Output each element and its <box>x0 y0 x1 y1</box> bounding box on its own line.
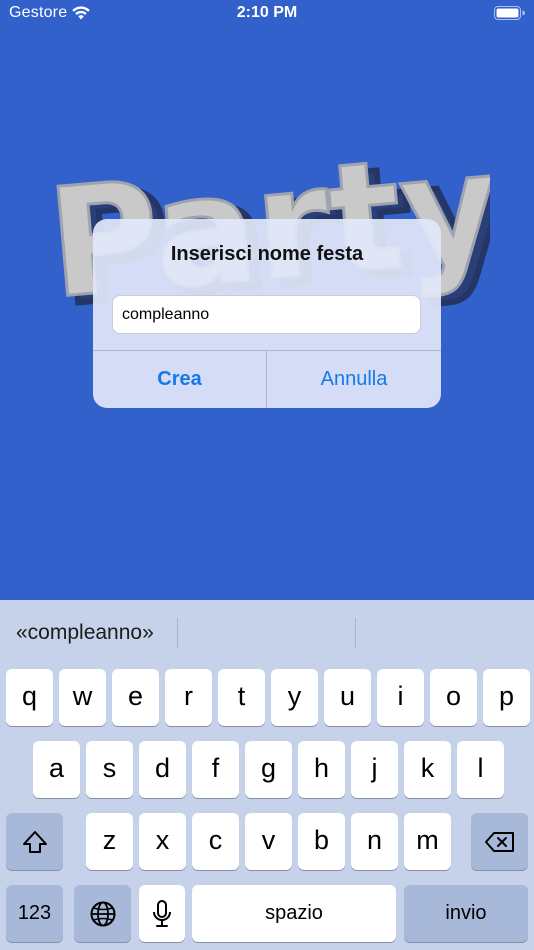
key-d[interactable]: d <box>139 741 186 798</box>
shift-icon <box>22 830 47 853</box>
key-f[interactable]: f <box>192 741 239 798</box>
dictation-key[interactable] <box>139 885 185 942</box>
suggestion-item[interactable]: «compleanno» <box>16 600 154 664</box>
key-x[interactable]: x <box>139 813 186 870</box>
globe-icon <box>90 901 115 926</box>
suggestion-bar: «compleanno» <box>0 600 534 664</box>
key-h[interactable]: h <box>298 741 345 798</box>
key-y[interactable]: y <box>271 669 318 726</box>
key-k[interactable]: k <box>404 741 451 798</box>
key-o[interactable]: o <box>430 669 477 726</box>
key-v[interactable]: v <box>245 813 292 870</box>
key-t[interactable]: t <box>218 669 265 726</box>
delete-key[interactable] <box>471 813 528 870</box>
key-g[interactable]: g <box>245 741 292 798</box>
create-party-alert: Inserisci nome festa Crea Annulla <box>93 219 441 408</box>
key-b[interactable]: b <box>298 813 345 870</box>
key-q[interactable]: q <box>6 669 53 726</box>
suggestion-divider <box>355 618 356 648</box>
status-bar: Gestore 2:10 PM <box>0 0 534 28</box>
key-z[interactable]: z <box>86 813 133 870</box>
key-j[interactable]: j <box>351 741 398 798</box>
create-button[interactable]: Crea <box>93 351 266 408</box>
key-m[interactable]: m <box>404 813 451 870</box>
app-screen: Gestore 2:10 PM Party Party Inserisci no… <box>0 0 534 950</box>
key-a[interactable]: a <box>33 741 80 798</box>
key-i[interactable]: i <box>377 669 424 726</box>
key-l[interactable]: l <box>457 741 504 798</box>
microphone-icon <box>153 899 171 927</box>
key-c[interactable]: c <box>192 813 239 870</box>
space-key[interactable]: spazio <box>192 885 396 942</box>
status-time: 2:10 PM <box>236 4 298 21</box>
battery-icon <box>494 6 525 20</box>
key-n[interactable]: n <box>351 813 398 870</box>
key-u[interactable]: u <box>324 669 371 726</box>
numbers-key[interactable]: 123 <box>6 885 63 942</box>
cancel-button[interactable]: Annulla <box>267 351 441 408</box>
key-s[interactable]: s <box>86 741 133 798</box>
globe-key[interactable] <box>74 885 131 942</box>
party-name-input[interactable] <box>112 295 421 334</box>
key-p[interactable]: p <box>483 669 530 726</box>
shift-key[interactable] <box>6 813 63 870</box>
key-r[interactable]: r <box>165 669 212 726</box>
alert-title: Inserisci nome festa <box>170 243 364 265</box>
suggestion-divider <box>177 618 178 648</box>
key-w[interactable]: w <box>59 669 106 726</box>
return-key[interactable]: invio <box>404 885 528 942</box>
key-e[interactable]: e <box>112 669 159 726</box>
delete-icon <box>484 831 514 852</box>
keyboard: «compleanno» q w e r t y u i o p a s d f… <box>0 600 534 950</box>
